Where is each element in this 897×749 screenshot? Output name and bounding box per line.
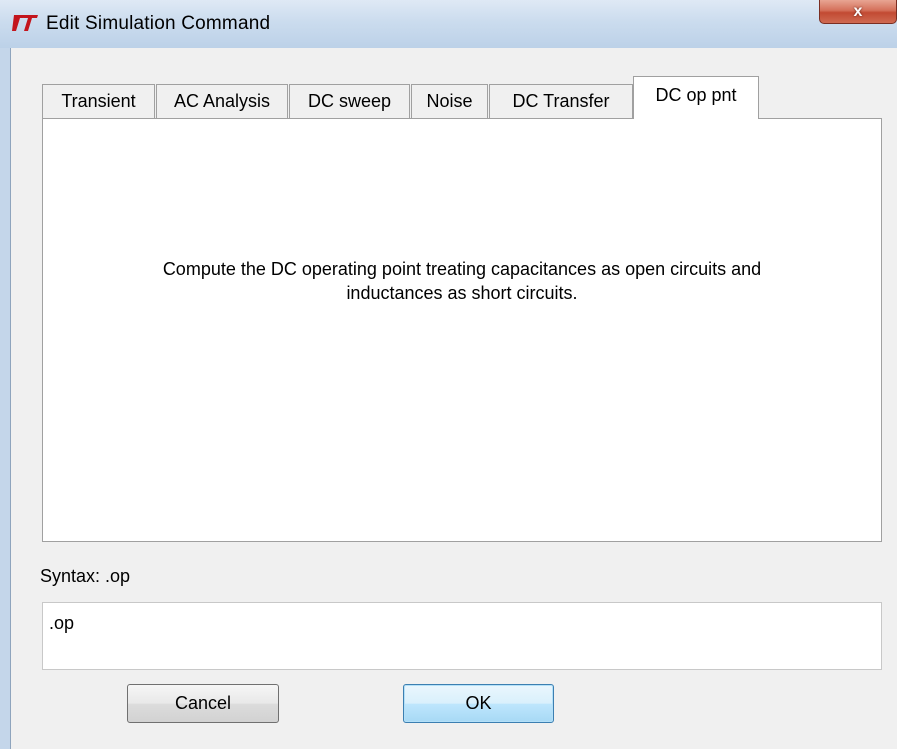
tab-transient[interactable]: Transient	[42, 84, 155, 118]
tab-label: Transient	[61, 91, 136, 111]
lt-logo-icon	[12, 15, 38, 31]
tab-label: Noise	[426, 91, 473, 111]
cancel-button-label: Cancel	[174, 693, 232, 713]
edit-simulation-command-window: Edit Simulation Command x Transient AC A…	[0, 0, 897, 749]
close-button[interactable]: x	[819, 0, 897, 24]
command-text-field[interactable]: .op	[42, 602, 882, 670]
cancel-button[interactable]: Cancel	[127, 684, 279, 723]
tab-noise[interactable]: Noise	[411, 84, 488, 118]
syntax-label: Syntax: .op	[40, 566, 131, 586]
analysis-description: Compute the DC operating point treating …	[162, 259, 762, 303]
close-icon: x	[853, 2, 863, 20]
tab-dc-sweep[interactable]: DC sweep	[289, 84, 410, 118]
tab-ac-analysis[interactable]: AC Analysis	[156, 84, 288, 118]
dialog-client-area: Transient AC Analysis DC sweep Noise DC …	[10, 48, 897, 749]
ok-button-label: OK	[465, 693, 492, 713]
tab-dc-transfer[interactable]: DC Transfer	[489, 84, 633, 118]
ok-button[interactable]: OK	[403, 684, 554, 723]
title-bar[interactable]: Edit Simulation Command x	[0, 0, 897, 48]
tab-label: AC Analysis	[173, 91, 271, 111]
tab-label: DC Transfer	[512, 91, 610, 111]
window-title: Edit Simulation Command	[46, 13, 271, 34]
tab-dc-op-pnt[interactable]: DC op pnt	[633, 76, 759, 119]
tab-panel: Compute the DC operating point treating …	[42, 118, 882, 542]
tab-label: DC sweep	[307, 91, 392, 111]
tab-label: DC op pnt	[655, 85, 737, 105]
